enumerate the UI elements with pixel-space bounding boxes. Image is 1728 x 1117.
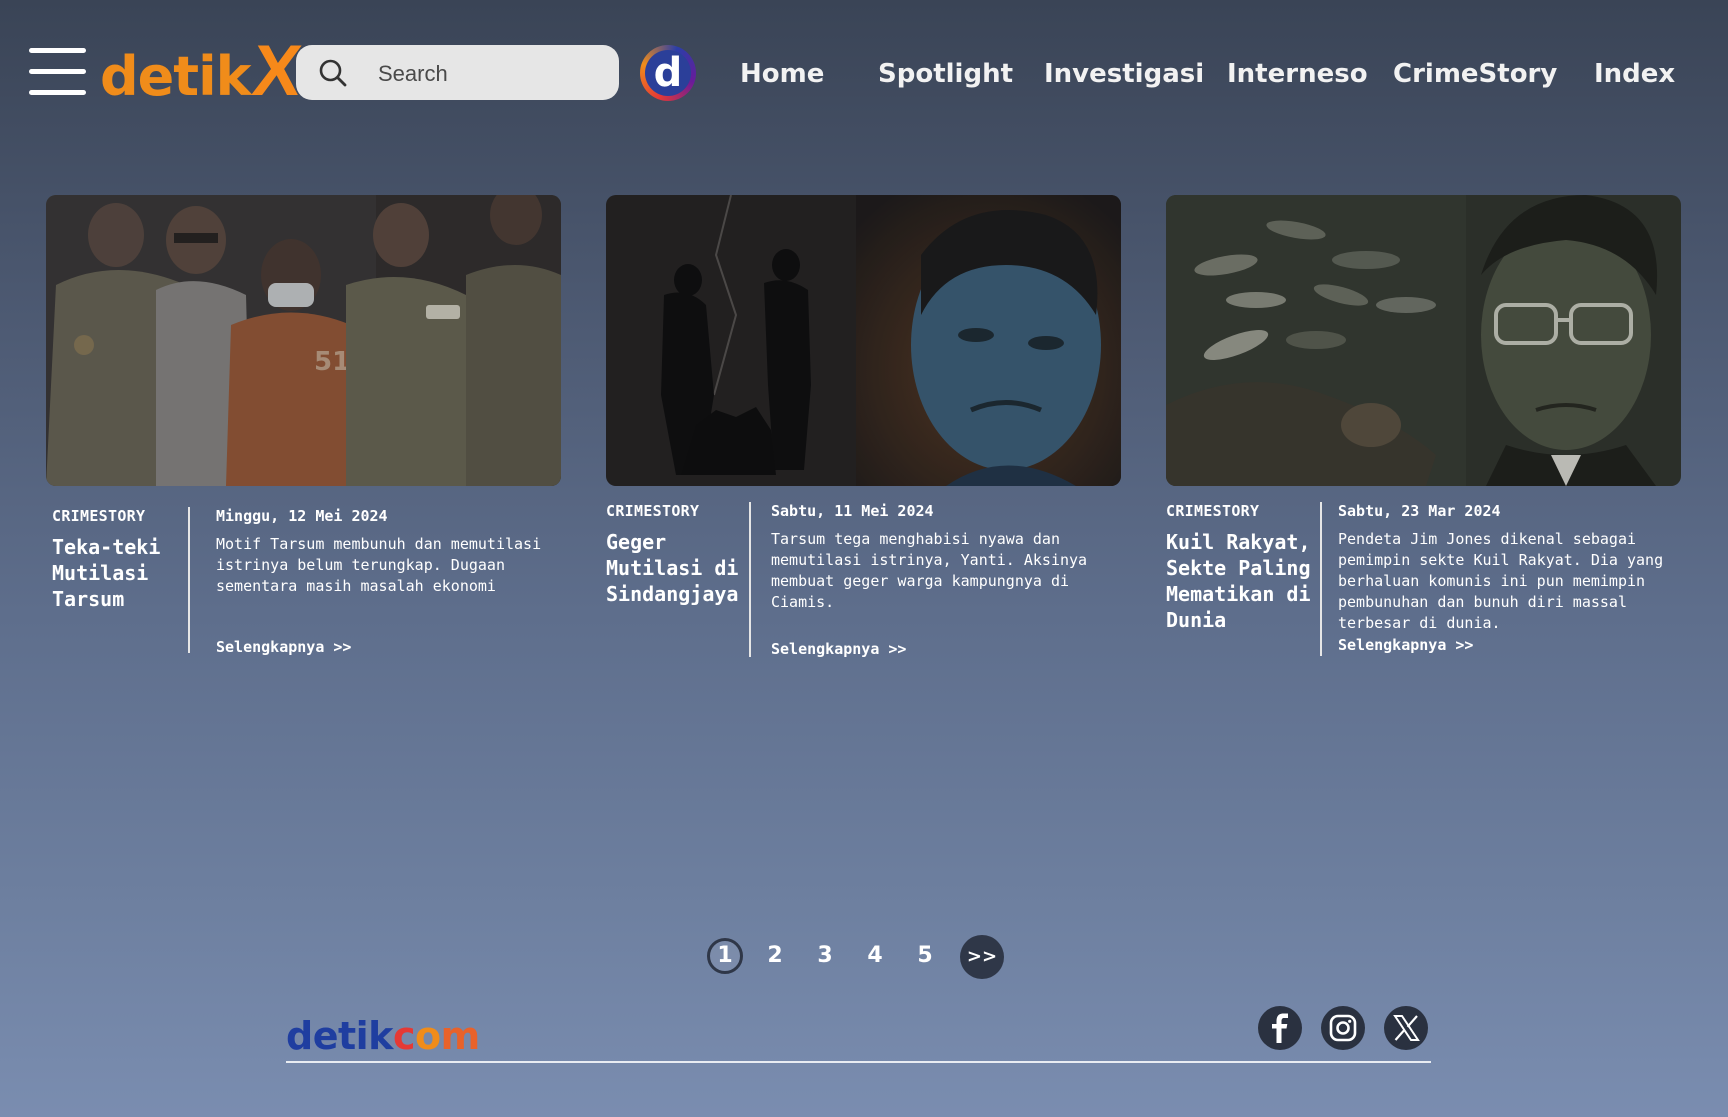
facebook-glyph (1272, 1013, 1288, 1043)
footer-logo-m: m (440, 1014, 481, 1058)
footer-logo-detik: detik (286, 1014, 393, 1058)
nav-interneso[interactable]: Interneso (1227, 52, 1368, 96)
hamburger-line (29, 90, 86, 95)
detikcom-footer-logo[interactable]: detikcom (286, 1012, 480, 1060)
article-title[interactable]: Geger Mutilasi di Sindangjaya (606, 529, 741, 607)
article-image[interactable]: 51 (46, 195, 561, 486)
footer-divider (286, 1061, 1431, 1063)
facebook-icon[interactable] (1258, 1006, 1302, 1050)
footer-logo-o: o (414, 1014, 441, 1058)
instagram-glyph (1329, 1014, 1357, 1042)
article-description: Pendeta Jim Jones dikenal sebagai pemimp… (1338, 530, 1664, 632)
article-description: Tarsum tega menghabisi nyawa dan memutil… (771, 530, 1088, 611)
hamburger-line (29, 48, 86, 53)
pagination: 1 2 3 4 5 >> (707, 935, 1007, 979)
page-2-button[interactable]: 2 (757, 938, 793, 974)
article-image[interactable] (1166, 195, 1681, 486)
article-title[interactable]: Teka-teki Mutilasi Tarsum (52, 534, 187, 612)
article-description: Motif Tarsum membunuh dan memutilasi ist… (216, 535, 542, 595)
search-icon[interactable] (318, 58, 348, 88)
x-glyph (1393, 1015, 1420, 1041)
nav-spotlight[interactable]: Spotlight (878, 52, 1013, 96)
read-more-link[interactable]: Selengkapnya >> (771, 640, 906, 658)
search-bar (296, 45, 619, 100)
meta-divider (1320, 502, 1322, 656)
article-category: CRIMESTORY (606, 502, 700, 520)
nav-index[interactable]: Index (1594, 52, 1675, 96)
nav-crimestory[interactable]: CrimeStory (1393, 52, 1557, 96)
instagram-icon[interactable] (1321, 1006, 1365, 1050)
page-1-button[interactable]: 1 (707, 938, 743, 974)
article-date: Sabtu, 23 Mar 2024 (1338, 502, 1501, 520)
page-4-button[interactable]: 4 (857, 938, 893, 974)
detikx-logo[interactable]: detik X (100, 31, 305, 111)
article-date: Sabtu, 11 Mei 2024 (771, 502, 934, 520)
site-header: detik X d Home Spotlight Investigasi Int… (0, 0, 1728, 146)
meta-divider (749, 502, 751, 657)
nav-home[interactable]: Home (740, 52, 824, 96)
detik-d-letter: d (645, 50, 691, 96)
article-title[interactable]: Kuil Rakyat, Sekte Paling Mematikan di D… (1166, 529, 1316, 633)
article-date: Minggu, 12 Mei 2024 (216, 507, 388, 525)
detik-app-icon[interactable]: d (640, 45, 696, 101)
article-image[interactable] (606, 195, 1121, 486)
x-twitter-icon[interactable] (1384, 1006, 1428, 1050)
page-5-button[interactable]: 5 (907, 938, 943, 974)
logo-wordmark: detik (100, 45, 252, 108)
hamburger-menu-icon[interactable] (29, 48, 86, 96)
footer-logo-c: c (392, 1014, 416, 1058)
read-more-link[interactable]: Selengkapnya >> (216, 638, 351, 656)
page-3-button[interactable]: 3 (807, 938, 843, 974)
article-category: CRIMESTORY (1166, 502, 1260, 520)
article-category: CRIMESTORY (52, 507, 146, 525)
next-page-button[interactable]: >> (960, 935, 1004, 979)
nav-investigasi[interactable]: Investigasi (1044, 52, 1204, 96)
hamburger-line (29, 69, 86, 74)
meta-divider (188, 507, 190, 653)
read-more-link[interactable]: Selengkapnya >> (1338, 636, 1473, 654)
search-input[interactable] (376, 55, 600, 92)
